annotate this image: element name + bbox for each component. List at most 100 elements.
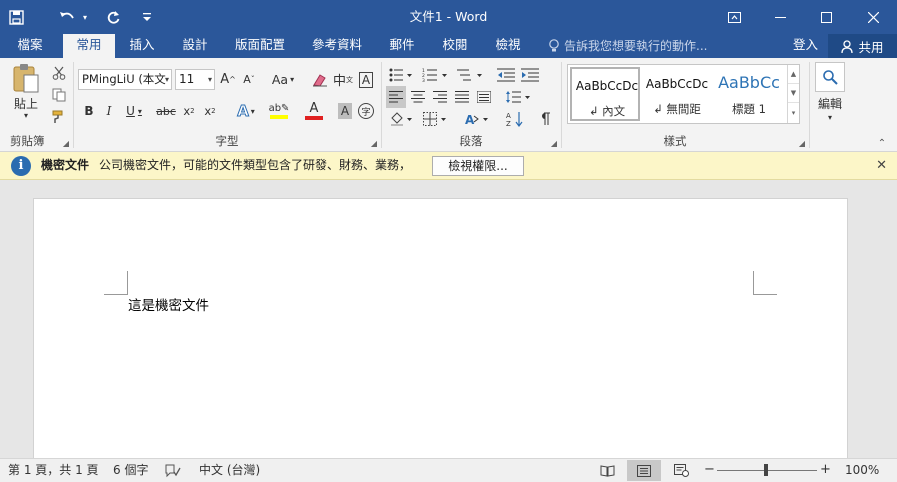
search-icon[interactable] (815, 62, 845, 92)
zoom-out-button[interactable]: − (704, 459, 715, 481)
shading-icon[interactable] (386, 108, 418, 130)
style-no-spacing[interactable]: AaBbCcDc ↲ 無間距 (642, 67, 712, 121)
decrease-indent-icon[interactable] (495, 64, 517, 86)
justify-icon[interactable] (452, 86, 472, 108)
proofing-icon[interactable] (165, 459, 181, 481)
grow-font-icon[interactable]: A ^ (219, 69, 237, 90)
info-bar-close-icon[interactable]: ✕ (876, 152, 887, 179)
info-icon: i (11, 156, 31, 176)
word-count[interactable]: 6 個字 (113, 459, 148, 481)
italic-icon[interactable]: I (100, 100, 118, 122)
maximize-icon[interactable] (803, 0, 849, 34)
shrink-font-icon[interactable]: Aˇ (240, 69, 258, 90)
tab-file[interactable]: 檔案 (0, 34, 60, 58)
page-count[interactable]: 第 1 頁，共 1 頁 (8, 459, 99, 481)
font-color-icon[interactable]: A (299, 100, 329, 122)
clear-formatting-icon[interactable] (310, 69, 330, 90)
styles-more-icon[interactable]: ▾ (788, 103, 799, 122)
read-mode-icon[interactable] (590, 460, 624, 481)
show-paragraph-marks-icon[interactable] (534, 108, 556, 130)
increase-indent-icon[interactable] (519, 64, 541, 86)
zoom-in-button[interactable]: + (820, 459, 831, 481)
numbering-icon[interactable]: 123 (419, 64, 451, 86)
font-launcher-icon[interactable]: ◢ (371, 139, 377, 148)
tell-me-box[interactable]: 告訴我您想要執行的動作... (548, 34, 707, 58)
enclose-characters-icon[interactable]: 字 (357, 100, 375, 122)
collapse-ribbon-icon[interactable]: ⌃ (874, 136, 890, 150)
sort-icon[interactable]: AZ (504, 108, 526, 130)
clipboard-launcher-icon[interactable]: ◢ (63, 139, 69, 148)
subscript-icon[interactable]: x2 (180, 100, 198, 122)
asian-layout-icon[interactable]: A (462, 108, 494, 130)
style-normal-sample: AaBbCcDc (575, 79, 639, 93)
style-heading-1[interactable]: AaBbCc 標題 1 (714, 67, 786, 121)
borders-icon[interactable] (420, 108, 452, 130)
copy-icon[interactable] (49, 85, 69, 105)
editing-label[interactable]: 編輯 (814, 95, 846, 111)
styles-scroll-up-icon[interactable]: ▲ (788, 65, 799, 84)
cut-icon[interactable] (49, 63, 69, 83)
share-button[interactable]: 共用 (828, 34, 897, 58)
align-right-icon[interactable] (430, 86, 450, 108)
character-shading-icon[interactable]: A (336, 100, 354, 122)
svg-text:A: A (465, 113, 475, 126)
phonetic-guide-icon[interactable]: 中文 (333, 69, 353, 90)
redo-icon[interactable] (98, 0, 128, 34)
sign-in-link[interactable]: 登入 (793, 34, 818, 56)
document-body-text[interactable]: 這是機密文件 (128, 294, 209, 314)
web-layout-icon[interactable] (664, 460, 698, 481)
character-border-icon[interactable]: A (356, 69, 376, 90)
bullets-icon[interactable] (386, 64, 416, 86)
tab-view[interactable]: 檢視 (484, 34, 532, 58)
tab-layout[interactable]: 版面配置 (228, 34, 292, 58)
align-center-icon[interactable] (408, 86, 428, 108)
zoom-level[interactable]: 100% (845, 459, 879, 481)
editing-dropdown-icon[interactable]: ▾ (814, 111, 846, 123)
styles-launcher-icon[interactable]: ◢ (799, 139, 805, 148)
distributed-icon[interactable] (474, 86, 494, 108)
status-bar: 第 1 頁，共 1 頁 6 個字 中文 (台灣) − + 100% (0, 458, 897, 482)
tab-design[interactable]: 設計 (171, 34, 219, 58)
language-indicator[interactable]: 中文 (台灣) (199, 459, 260, 481)
tell-me-text: 告訴我您想要執行的動作... (564, 39, 708, 53)
minimize-icon[interactable] (757, 0, 803, 34)
font-size-combo[interactable]: 11 ▾ (175, 69, 215, 90)
line-spacing-icon[interactable] (502, 86, 534, 108)
zoom-slider-thumb[interactable] (764, 464, 768, 476)
change-case-button[interactable]: Aa ▾ (268, 69, 298, 90)
underline-icon[interactable]: U ▾ (122, 100, 146, 122)
tab-review[interactable]: 校閱 (431, 34, 479, 58)
person-icon (841, 39, 854, 53)
style-no-spacing-sample: AaBbCcDc (645, 77, 709, 91)
bold-icon[interactable]: B (80, 100, 98, 122)
customize-qat-icon[interactable] (140, 0, 154, 34)
tab-mailings[interactable]: 郵件 (378, 34, 426, 58)
undo-icon[interactable] (54, 0, 80, 34)
format-painter-icon[interactable] (49, 107, 69, 127)
tab-insert[interactable]: 插入 (118, 34, 166, 58)
view-permission-button[interactable]: 檢視權限... (432, 156, 524, 176)
document-area[interactable]: 這是機密文件 (0, 181, 897, 458)
superscript-icon[interactable]: x2 (201, 100, 219, 122)
styles-scrollbar[interactable]: ▲ ▼ ▾ (787, 65, 799, 123)
print-layout-icon[interactable] (627, 460, 661, 481)
highlight-color-icon[interactable]: ab✎ (264, 100, 294, 122)
ribbon-display-options-icon[interactable] (711, 0, 757, 34)
multilevel-list-icon[interactable] (454, 64, 486, 86)
strikethrough-icon[interactable]: abc (152, 100, 180, 122)
font-group: PMingLiU (本文 ▾ 11 ▾ A ^ Aˇ Aa ▾ 中文 A B I U… (74, 58, 380, 152)
close-icon[interactable] (849, 0, 897, 34)
text-effects-icon[interactable]: A ▾ (232, 100, 260, 122)
font-name-combo[interactable]: PMingLiU (本文 ▾ (78, 69, 172, 90)
styles-scroll-down-icon[interactable]: ▼ (788, 84, 799, 103)
save-icon[interactable] (0, 0, 32, 34)
font-name-value: PMingLiU (本文 (82, 72, 166, 86)
paste-button[interactable]: 貼上 ▾ (8, 62, 44, 120)
style-normal[interactable]: AaBbCcDc ↲ 內文 (570, 67, 640, 121)
document-page[interactable]: 這是機密文件 (33, 198, 848, 458)
paragraph-launcher-icon[interactable]: ◢ (551, 139, 557, 148)
tab-references[interactable]: 參考資料 (305, 34, 369, 58)
align-left-icon[interactable] (386, 86, 406, 108)
undo-dropdown-icon[interactable]: ▾ (80, 0, 90, 34)
tab-home[interactable]: 常用 (63, 34, 115, 58)
